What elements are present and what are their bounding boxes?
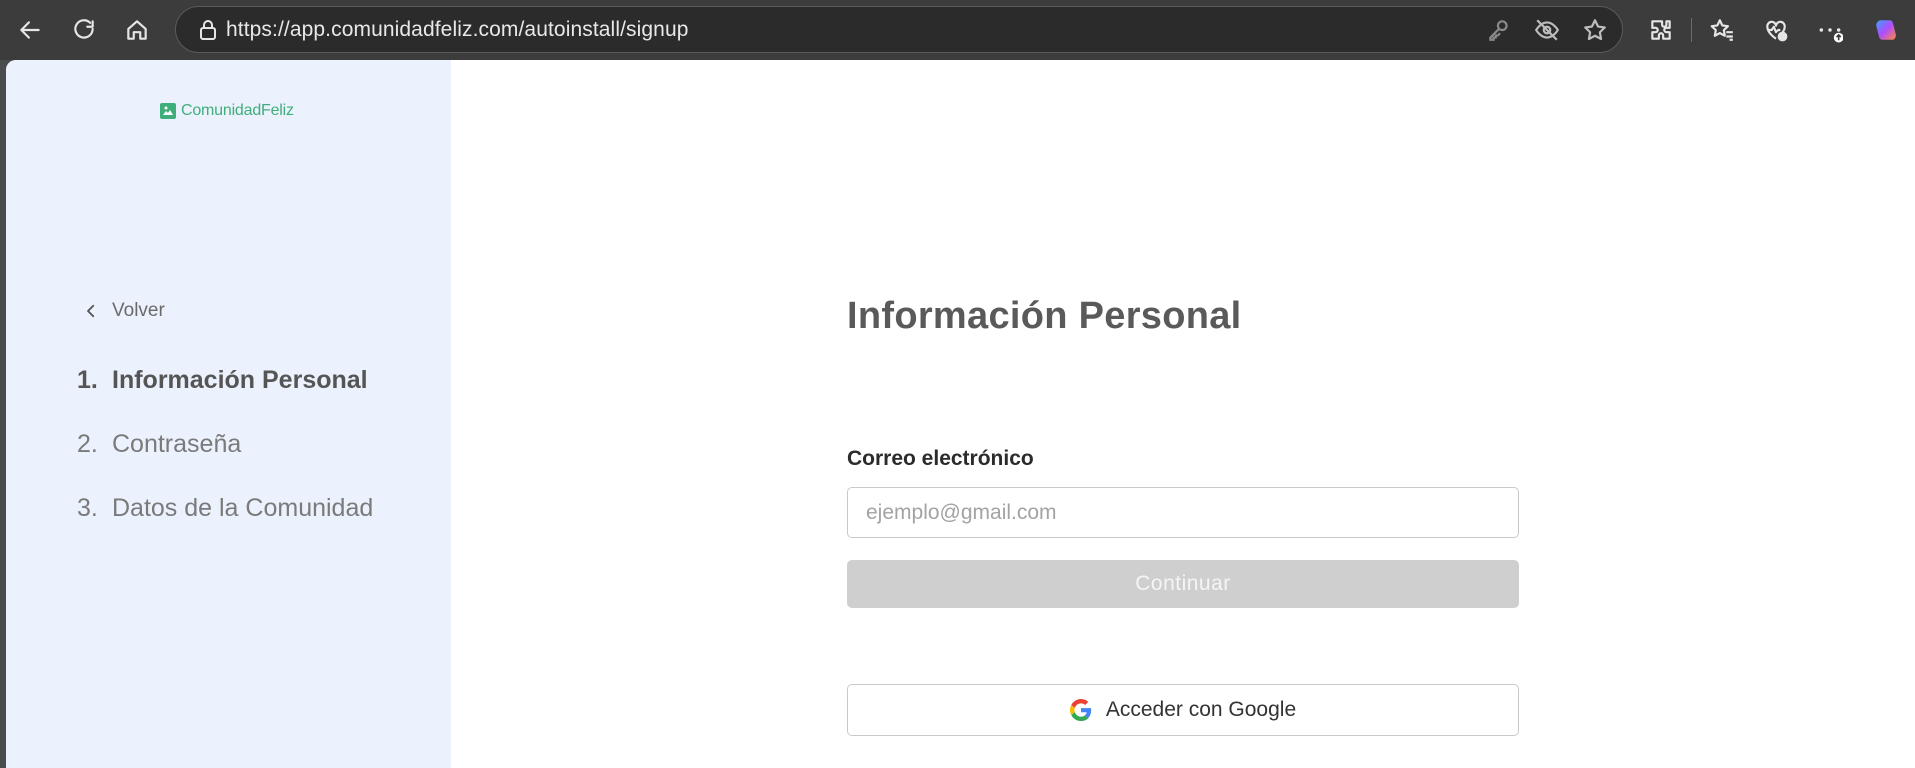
extensions-button[interactable]	[1641, 10, 1681, 50]
lock-icon[interactable]	[196, 18, 220, 42]
email-field[interactable]	[847, 487, 1519, 538]
health-icon	[1766, 20, 1788, 42]
page-viewport: ComunidadFeliz Volver 1. Información Per…	[6, 60, 1915, 768]
email-label: Correo electrónico	[847, 447, 1034, 470]
logo-text: ComunidadFeliz	[181, 102, 294, 119]
chevron-left-icon	[87, 304, 95, 318]
more-button[interactable]	[1810, 10, 1850, 50]
extensions-icon	[1651, 20, 1671, 40]
key-icon	[1489, 20, 1508, 41]
more-icon	[1819, 28, 1843, 43]
brand-logo[interactable]: ComunidadFeliz	[160, 102, 294, 120]
step-label: Datos de la Comunidad	[112, 493, 374, 522]
copilot-icon	[1876, 20, 1896, 40]
step-number: 3.	[77, 493, 98, 522]
home-icon	[127, 20, 147, 40]
step-personal-info: 1. Información Personal	[77, 348, 373, 412]
google-icon	[1069, 699, 1091, 721]
address-bar[interactable]: https://app.comunidadfeliz.com/autoinsta…	[175, 6, 1623, 53]
key-button[interactable]	[1486, 17, 1512, 43]
back-icon	[20, 21, 40, 39]
step-password: 2. Contraseña	[77, 412, 373, 476]
favorites-button[interactable]	[1702, 10, 1742, 50]
refresh-button[interactable]	[64, 10, 104, 50]
continue-button[interactable]: Continuar	[847, 560, 1519, 608]
back-link[interactable]: Volver	[82, 300, 165, 322]
health-button[interactable]	[1756, 10, 1796, 50]
copilot-button[interactable]	[1866, 10, 1906, 50]
refresh-icon	[74, 19, 94, 39]
page-title: Información Personal	[847, 295, 1242, 337]
sidebar: ComunidadFeliz Volver 1. Información Per…	[6, 60, 451, 768]
star-icon	[1584, 19, 1606, 41]
url-text[interactable]: https://app.comunidadfeliz.com/autoinsta…	[226, 7, 689, 52]
toolbar-divider	[1691, 18, 1692, 42]
back-button[interactable]	[10, 10, 50, 50]
favorites-icon	[1710, 19, 1733, 41]
step-community-data: 3. Datos de la Comunidad	[77, 476, 373, 540]
browser-toolbar: https://app.comunidadfeliz.com/autoinsta…	[0, 0, 1915, 60]
google-signin-label: Acceder con Google	[1105, 698, 1297, 721]
step-number: 1.	[77, 365, 98, 394]
google-signin-button[interactable]: Acceder con Google	[847, 684, 1519, 736]
back-link-label: Volver	[112, 300, 165, 321]
home-button[interactable]	[117, 10, 157, 50]
step-label: Contraseña	[112, 429, 242, 458]
eye-off-icon	[1534, 19, 1560, 41]
step-number: 2.	[77, 429, 98, 458]
favorite-button[interactable]	[1582, 17, 1608, 43]
logo-icon	[160, 103, 176, 119]
tracking-button[interactable]	[1534, 17, 1560, 43]
step-list: 1. Información Personal 2. Contraseña 3.…	[77, 348, 373, 540]
step-label: Información Personal	[112, 365, 368, 394]
